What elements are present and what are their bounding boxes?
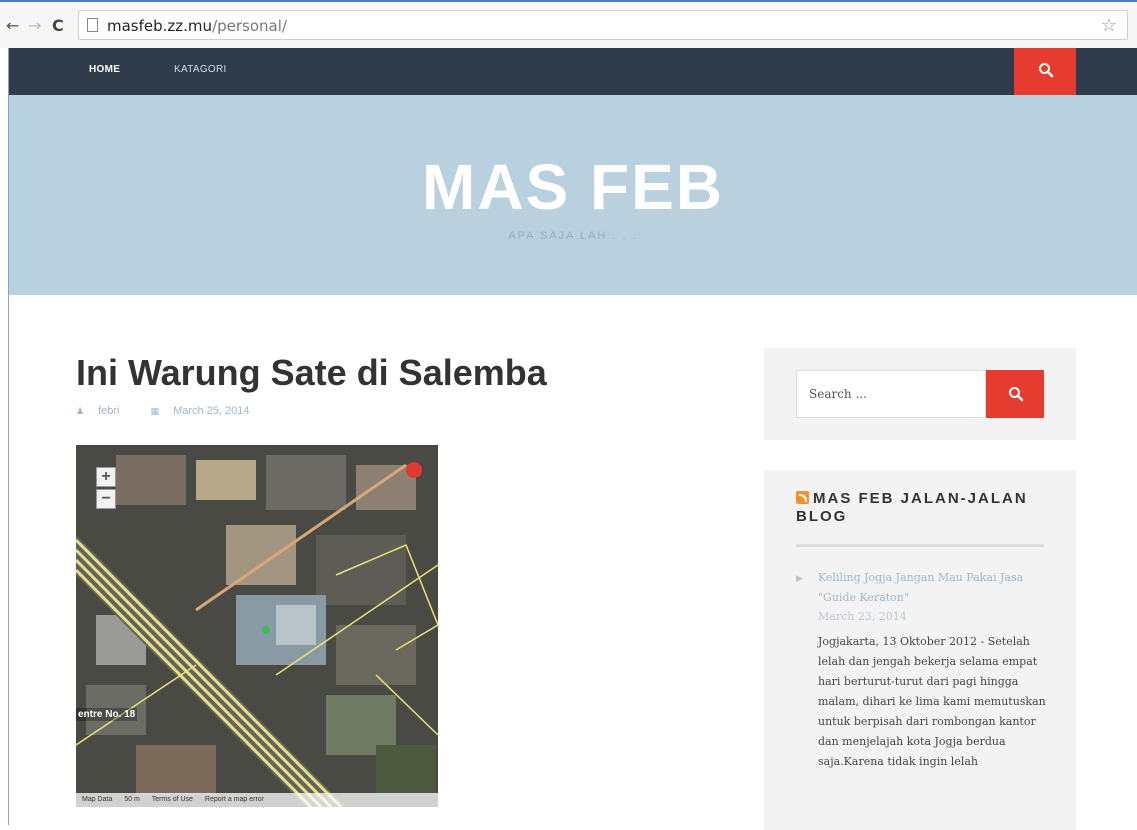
post-title[interactable]: Ini Warung Sate di Salemba [76, 352, 547, 394]
map-terms-link[interactable]: Terms of Use [152, 796, 193, 803]
rss-icon [796, 491, 809, 504]
satellite-map[interactable]: + − entre No. 18 Map Data 50 m Terms of … [76, 445, 438, 807]
nav-home-link[interactable]: HOME [89, 64, 120, 75]
map-data-link[interactable]: Map Data [82, 796, 112, 803]
map-imagery [76, 445, 438, 807]
site-title[interactable]: MAS FEB [9, 150, 1137, 224]
map-zoom-in-button[interactable]: + [96, 467, 116, 487]
rss-item-summary: Jogjakarta, 13 Oktober 2012 - Setelah le… [818, 635, 1046, 768]
rss-item-title[interactable]: Keliling Jogja Jangan Mau Pakai Jasa "Gu… [818, 568, 1048, 608]
sidebar-search-field[interactable] [796, 370, 986, 418]
widget-title[interactable]: MAS FEB JALAN-JALAN BLOG [796, 490, 1046, 526]
post-author-name: febri [98, 405, 120, 417]
site-description: APA SAJA LAH . . . [508, 230, 638, 242]
search-icon [1008, 386, 1024, 407]
widget-title-text: MAS FEB JALAN-JALAN BLOG [796, 490, 1028, 525]
site-navbar: HOME KATAGORI [9, 48, 1137, 95]
page-icon [87, 18, 98, 32]
nav-search-button[interactable] [1014, 48, 1076, 95]
url-host: masfeb.zz.mu [107, 17, 213, 35]
rss-item-date: March 23, 2014 [818, 610, 907, 623]
back-arrow-icon[interactable]: ← [6, 16, 19, 35]
bookmark-star-icon[interactable]: ☆ [1101, 15, 1117, 36]
browser-toolbar: ← → C masfeb.zz.mu/personal/ ☆ [0, 0, 1137, 48]
calendar-icon: ▦ [150, 407, 160, 417]
post-author[interactable]: ♟ febri [76, 405, 133, 417]
site-header: MAS FEB APA SAJA LAH . . . [9, 95, 1137, 295]
sidebar-search-button[interactable] [986, 370, 1044, 418]
sidebar-search-input[interactable] [797, 371, 985, 417]
map-attribution: Map Data 50 m Terms of Use Report a map … [76, 793, 438, 807]
map-report-link[interactable]: Report a map error [205, 796, 264, 803]
post-date-text: March 25, 2014 [173, 405, 250, 417]
map-place-label: entre No. 18 [76, 708, 138, 721]
post-meta: ♟ febri ▦ March 25, 2014 [76, 405, 278, 417]
sidebar-search-widget [764, 348, 1076, 440]
rss-bullet-icon: ▶ [796, 574, 803, 584]
reload-icon[interactable]: C [52, 16, 64, 35]
post-date[interactable]: ▦ March 25, 2014 [151, 405, 264, 417]
address-url[interactable]: masfeb.zz.mu/personal/ [107, 17, 287, 35]
sidebar-rss-widget: MAS FEB JALAN-JALAN BLOG ▶ Keliling Jogj… [764, 470, 1076, 830]
user-icon: ♟ [76, 407, 85, 417]
forward-arrow-icon[interactable]: → [28, 16, 41, 35]
nav-kategori-link[interactable]: KATAGORI [174, 64, 227, 75]
search-icon [1038, 62, 1054, 83]
widget-divider [796, 544, 1044, 547]
url-path: /personal/ [212, 17, 287, 35]
map-scale: 50 m [124, 796, 140, 803]
address-bar[interactable]: masfeb.zz.mu/personal/ ☆ [78, 10, 1128, 40]
map-zoom-out-button[interactable]: − [96, 489, 116, 509]
